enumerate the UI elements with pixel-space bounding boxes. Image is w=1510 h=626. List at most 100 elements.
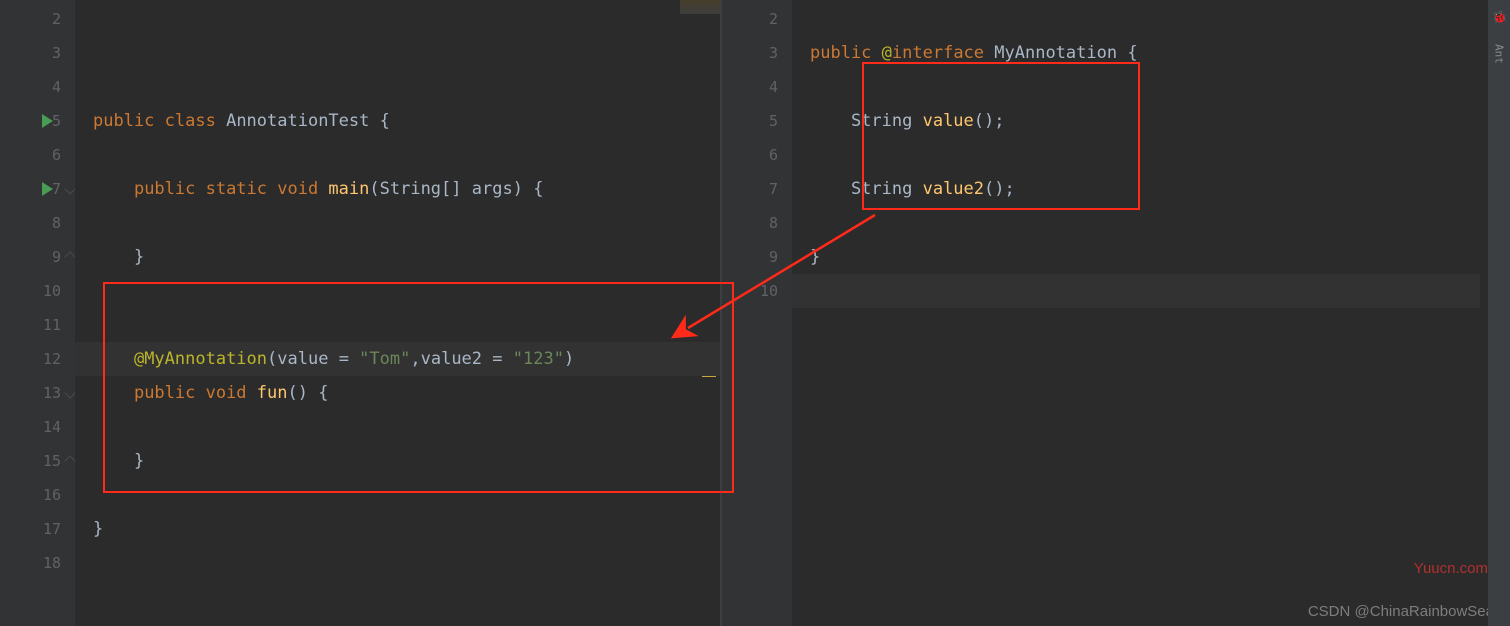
code-line[interactable]: public static void main(String[] args) { xyxy=(75,172,720,206)
code-line[interactable] xyxy=(75,138,720,172)
code-token: public xyxy=(93,111,165,131)
fold-close-icon[interactable] xyxy=(64,455,75,466)
code-token xyxy=(93,349,134,369)
code-line[interactable] xyxy=(792,2,1480,36)
line-number[interactable]: 3 xyxy=(0,36,75,70)
code-token: class xyxy=(165,111,226,131)
code-line[interactable] xyxy=(75,478,720,512)
line-number[interactable]: 12 xyxy=(0,342,75,376)
code-token: (); xyxy=(974,111,1005,131)
code-token: String xyxy=(810,111,923,131)
line-number[interactable]: 9 xyxy=(0,240,75,274)
fold-open-icon[interactable] xyxy=(64,387,75,398)
line-number[interactable]: 8 xyxy=(722,206,792,240)
line-number[interactable]: 5 xyxy=(722,104,792,138)
gutter-right[interactable]: 2345678910 xyxy=(722,0,792,626)
code-token: args xyxy=(472,179,513,199)
code-token xyxy=(93,179,134,199)
code-line[interactable] xyxy=(75,36,720,70)
fold-open-icon[interactable] xyxy=(64,183,75,194)
line-number[interactable]: 13 xyxy=(0,376,75,410)
code-line[interactable] xyxy=(75,2,720,36)
code-line[interactable]: String value(); xyxy=(792,104,1480,138)
code-line[interactable] xyxy=(75,546,720,580)
code-token: value xyxy=(923,111,974,131)
line-number[interactable]: 15 xyxy=(0,444,75,478)
line-number[interactable]: 18 xyxy=(0,546,75,580)
run-gutter-icon[interactable] xyxy=(42,182,53,196)
run-gutter-icon[interactable] xyxy=(42,114,53,128)
code-line[interactable] xyxy=(792,138,1480,172)
code-token: ) xyxy=(564,349,574,369)
code-line[interactable]: String value2(); xyxy=(792,172,1480,206)
code-line[interactable]: public @interface MyAnnotation { xyxy=(792,36,1480,70)
line-number[interactable]: 3 xyxy=(722,36,792,70)
line-number[interactable]: 7 xyxy=(722,172,792,206)
line-number[interactable]: 5 xyxy=(0,104,75,138)
code-line[interactable]: } xyxy=(75,512,720,546)
code-area-left[interactable]: public class AnnotationTest { public sta… xyxy=(75,0,720,626)
line-number[interactable]: 9 xyxy=(722,240,792,274)
code-token: (); xyxy=(984,179,1015,199)
line-number[interactable]: 2 xyxy=(0,2,75,36)
code-line[interactable] xyxy=(792,206,1480,240)
code-token: @MyAnnotation xyxy=(134,349,267,369)
code-token: } xyxy=(93,247,144,267)
code-token: public static void xyxy=(134,179,328,199)
line-number[interactable]: 7 xyxy=(0,172,75,206)
code-token: public xyxy=(810,43,882,63)
code-token: } xyxy=(810,247,820,267)
code-line[interactable] xyxy=(792,70,1480,104)
code-token: ) { xyxy=(513,179,544,199)
line-number[interactable]: 11 xyxy=(0,308,75,342)
code-token: fun xyxy=(257,383,288,403)
code-token: ( xyxy=(369,179,379,199)
watermark-author: CSDN @ChinaRainbowSea xyxy=(1308,603,1494,620)
line-number[interactable]: 17 xyxy=(0,512,75,546)
editor-splitter[interactable] xyxy=(720,0,722,626)
code-token: String xyxy=(380,179,441,199)
code-line[interactable] xyxy=(75,206,720,240)
code-token: { xyxy=(380,111,390,131)
code-line[interactable] xyxy=(75,410,720,444)
code-token: main xyxy=(328,179,369,199)
fold-close-icon[interactable] xyxy=(64,251,75,262)
code-line[interactable]: } xyxy=(75,444,720,478)
line-number[interactable]: 8 xyxy=(0,206,75,240)
line-number[interactable]: 14 xyxy=(0,410,75,444)
code-token: @ xyxy=(882,43,892,63)
code-line[interactable] xyxy=(792,274,1480,308)
line-number[interactable]: 4 xyxy=(722,70,792,104)
code-token xyxy=(93,383,134,403)
code-token: String xyxy=(810,179,923,199)
ant-tool-label[interactable]: Ant xyxy=(1493,44,1506,64)
code-token: } xyxy=(93,451,144,471)
editor-pane-right: 2345678910 public @interface MyAnnotatio… xyxy=(722,0,1480,626)
code-line[interactable]: public void fun() { xyxy=(75,376,720,410)
code-line[interactable] xyxy=(75,274,720,308)
code-token: interface xyxy=(892,43,994,63)
gutter-left[interactable]: 23456789101112131415161718 xyxy=(0,0,75,626)
code-line[interactable]: @MyAnnotation(value = "Tom",value2 = "12… xyxy=(75,342,720,376)
code-line[interactable] xyxy=(75,308,720,342)
bug-icon[interactable]: 🐞 xyxy=(1492,10,1506,24)
line-number[interactable]: 4 xyxy=(0,70,75,104)
code-token: } xyxy=(93,519,103,539)
code-token: public void xyxy=(134,383,257,403)
line-number[interactable]: 2 xyxy=(722,2,792,36)
line-number[interactable]: 6 xyxy=(722,138,792,172)
line-number[interactable]: 10 xyxy=(0,274,75,308)
code-line[interactable]: public class AnnotationTest { xyxy=(75,104,720,138)
line-number[interactable]: 16 xyxy=(0,478,75,512)
code-line[interactable] xyxy=(75,70,720,104)
code-token: { xyxy=(1127,43,1137,63)
code-line[interactable]: } xyxy=(792,240,1480,274)
code-token: value xyxy=(277,349,338,369)
line-number[interactable]: 6 xyxy=(0,138,75,172)
code-line[interactable]: } xyxy=(75,240,720,274)
line-number[interactable]: 10 xyxy=(722,274,792,308)
editor-pane-left: 23456789101112131415161718 public class … xyxy=(0,0,720,626)
code-token: "123" xyxy=(513,349,564,369)
code-area-right[interactable]: public @interface MyAnnotation { String … xyxy=(792,0,1480,626)
code-token: value2 xyxy=(421,349,493,369)
